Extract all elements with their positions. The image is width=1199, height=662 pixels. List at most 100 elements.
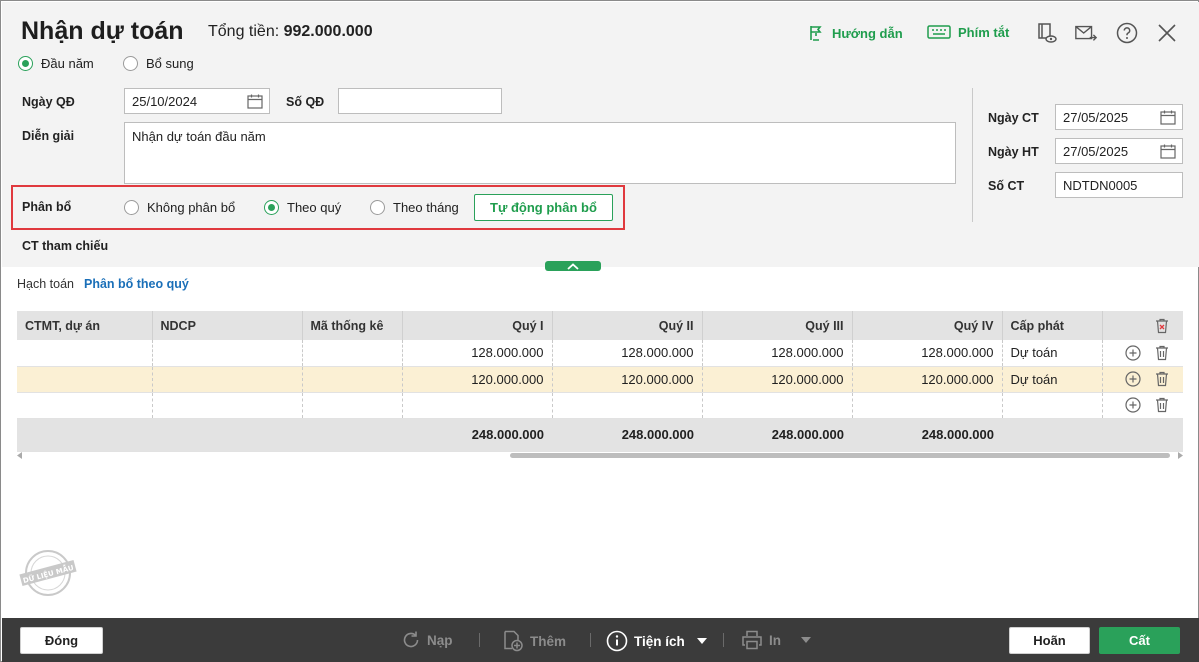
column-header[interactable]: Quý IV	[852, 311, 1003, 340]
radio-theo-quy[interactable]: Theo quý	[264, 200, 341, 215]
column-header[interactable]: Quý I	[402, 311, 553, 340]
cell-quy-2[interactable]: 120.000.000	[552, 366, 703, 393]
column-header[interactable]: Cấp phát	[1002, 311, 1103, 340]
ngay-ct-field[interactable]: 27/05/2025	[1055, 104, 1183, 130]
radio-theo-thang[interactable]: Theo tháng	[370, 200, 459, 215]
sample-data-stamp: DỮ LIỆU MẪU	[19, 550, 77, 596]
cell-quy-1[interactable]	[402, 392, 553, 419]
cell-cap-phat[interactable]: Dự toán	[1002, 340, 1103, 367]
cell-quy-1[interactable]: 128.000.000	[402, 340, 553, 367]
ct-tham-chieu-label: CT tham chiếu	[22, 239, 109, 253]
reload-button[interactable]: Nạp	[401, 630, 453, 650]
tab-phan-bo-theo-quy[interactable]: Phân bổ theo quý	[84, 277, 189, 291]
cell-ndcp[interactable]	[152, 340, 303, 367]
scroll-left-icon[interactable]	[17, 452, 23, 459]
delete-all-header	[1102, 311, 1183, 340]
delete-row-icon[interactable]	[1155, 345, 1169, 361]
cell-ctmt[interactable]	[17, 340, 153, 367]
add-row-icon[interactable]	[1125, 371, 1141, 387]
guide-link[interactable]: Hướng dẫn	[807, 24, 903, 42]
delete-row-icon[interactable]	[1155, 397, 1169, 413]
cancel-button[interactable]: Hoãn	[1009, 627, 1090, 654]
print-button[interactable]: In	[741, 630, 811, 650]
cell-quy-4[interactable]: 128.000.000	[852, 340, 1003, 367]
close-button[interactable]: Đóng	[20, 627, 103, 654]
column-header[interactable]: Mã thống kê	[302, 311, 403, 340]
radio-theo-thang-indicator[interactable]	[370, 200, 385, 215]
utilities-button[interactable]: Tiện ích	[606, 630, 707, 652]
cell-quy-1[interactable]: 120.000.000	[402, 366, 553, 393]
delete-row-icon[interactable]	[1155, 371, 1169, 387]
utilities-label: Tiện ích	[634, 633, 685, 649]
cell-quy-3[interactable]	[702, 392, 853, 419]
scrollbar-thumb[interactable]	[510, 453, 1170, 458]
radio-bo-sung[interactable]: Bổ sung	[123, 56, 194, 71]
add-row-icon[interactable]	[1125, 345, 1141, 361]
radio-khong-phan-bo-indicator[interactable]	[124, 200, 139, 215]
radio-khong-phan-bo[interactable]: Không phân bổ	[124, 200, 235, 215]
cell-cap-phat[interactable]: Dự toán	[1002, 366, 1103, 393]
help-button[interactable]	[1115, 21, 1139, 45]
toolbar-divider	[723, 633, 724, 647]
save-button[interactable]: Cất	[1099, 627, 1180, 654]
scroll-right-icon[interactable]	[1177, 452, 1183, 459]
totals-row: 248.000.000 248.000.000 248.000.000 248.…	[17, 418, 1183, 452]
calendar-icon[interactable]	[1160, 110, 1176, 125]
ngay-qd-field[interactable]: 25/10/2024	[124, 88, 270, 114]
row-actions	[1102, 340, 1183, 367]
add-row-icon[interactable]	[1125, 397, 1141, 413]
column-header[interactable]: CTMT, dự án	[17, 311, 153, 340]
cell-quy-3[interactable]: 120.000.000	[702, 366, 853, 393]
cell-cap-phat[interactable]	[1002, 392, 1103, 419]
radio-dau-nam-label: Đầu năm	[41, 56, 94, 71]
shortcut-link[interactable]: Phím tắt	[927, 24, 1009, 40]
radio-theo-quy-indicator[interactable]	[264, 200, 279, 215]
cell-ctmt[interactable]	[17, 366, 153, 393]
column-header[interactable]: Quý III	[702, 311, 853, 340]
tab-hach-toan[interactable]: Hạch toán	[17, 277, 74, 291]
column-header[interactable]: NDCP	[152, 311, 303, 340]
printer-icon	[742, 630, 762, 650]
guide-label: Hướng dẫn	[832, 25, 903, 41]
close-window-button[interactable]	[1155, 21, 1179, 45]
cell-ctmt[interactable]	[17, 392, 153, 419]
delete-all-icon[interactable]	[1155, 318, 1169, 334]
radio-dau-nam[interactable]: Đầu năm	[18, 56, 94, 71]
send-mail-button[interactable]	[1074, 21, 1098, 45]
shortcut-label: Phím tắt	[958, 24, 1010, 40]
cell-quy-2[interactable]	[552, 392, 703, 419]
cell-ma-thong-ke[interactable]	[302, 392, 403, 419]
row-actions	[1102, 366, 1183, 393]
chevron-down-icon	[801, 637, 811, 643]
help-icon	[1116, 22, 1138, 44]
auto-allocate-button[interactable]: Tự động phân bổ	[474, 194, 613, 221]
page-title: Nhận dự toán	[21, 17, 184, 45]
cell-quy-3[interactable]: 128.000.000	[702, 340, 853, 367]
total-quy-1: 248.000.000	[402, 418, 552, 452]
cell-ma-thong-ke[interactable]	[302, 340, 403, 367]
ngay-ht-field[interactable]: 27/05/2025	[1055, 138, 1183, 164]
cell-ndcp[interactable]	[152, 366, 303, 393]
calendar-icon[interactable]	[247, 94, 263, 109]
collapse-panel-button[interactable]	[545, 261, 601, 271]
table-row[interactable]: 128.000.000 128.000.000 128.000.000 128.…	[17, 340, 1183, 367]
total-label: Tổng tiền:	[208, 23, 280, 40]
cell-quy-4[interactable]	[852, 392, 1003, 419]
cell-ndcp[interactable]	[152, 392, 303, 419]
add-button[interactable]: Thêm	[502, 630, 566, 652]
ngay-ht-value: 27/05/2025	[1063, 143, 1129, 159]
cell-quy-2[interactable]: 128.000.000	[552, 340, 703, 367]
ngay-qd-label: Ngày QĐ	[22, 95, 75, 109]
table-row[interactable]	[17, 392, 1183, 419]
cell-quy-4[interactable]: 120.000.000	[852, 366, 1003, 393]
dien-giai-field[interactable]: Nhận dự toán đầu năm	[124, 122, 956, 184]
radio-dau-nam-indicator[interactable]	[18, 56, 33, 71]
calendar-icon[interactable]	[1160, 144, 1176, 159]
radio-bo-sung-indicator[interactable]	[123, 56, 138, 71]
view-history-button[interactable]	[1034, 21, 1058, 45]
column-header[interactable]: Quý II	[552, 311, 703, 340]
so-ct-field[interactable]: NDTDN0005	[1055, 172, 1183, 198]
cell-ma-thong-ke[interactable]	[302, 366, 403, 393]
so-qd-field[interactable]	[338, 88, 502, 114]
table-row[interactable]: 120.000.000 120.000.000 120.000.000 120.…	[17, 366, 1183, 393]
